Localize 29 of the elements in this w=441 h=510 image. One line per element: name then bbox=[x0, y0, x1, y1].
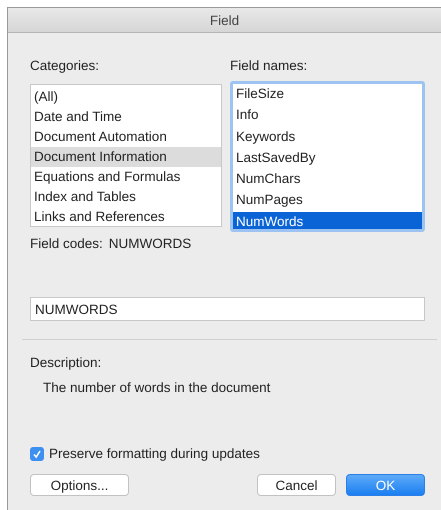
checkmark-icon bbox=[32, 448, 42, 458]
field-code-input[interactable]: NUMWORDS bbox=[30, 297, 425, 321]
category-item[interactable]: Document Automation bbox=[31, 127, 221, 147]
window-title: Field bbox=[210, 12, 240, 28]
cancel-button[interactable]: Cancel bbox=[257, 474, 336, 496]
description-label: Description: bbox=[30, 355, 102, 370]
checkbox[interactable] bbox=[30, 446, 44, 460]
category-item[interactable]: Index and Tables bbox=[31, 187, 221, 207]
field-codes-value: NUMWORDS bbox=[108, 236, 192, 251]
category-item[interactable]: Document Information bbox=[31, 147, 221, 167]
field-names-label: Field names: bbox=[230, 58, 308, 73]
field-name-item[interactable]: NumChars bbox=[233, 169, 422, 190]
field-name-item[interactable]: NumWords bbox=[233, 212, 422, 229]
field-name-item[interactable]: FileSize bbox=[233, 84, 422, 106]
category-item[interactable]: (All) bbox=[31, 87, 221, 107]
category-item[interactable]: Date and Time bbox=[31, 107, 221, 127]
category-item[interactable]: Equations and Formulas bbox=[31, 167, 221, 187]
categories-label: Categories: bbox=[30, 58, 100, 73]
field-name-item[interactable]: NumPages bbox=[233, 190, 422, 212]
category-item[interactable]: Links and References bbox=[31, 207, 221, 226]
field-name-item[interactable]: Keywords bbox=[233, 126, 422, 148]
field-names-list[interactable]: FileSize Info Keywords LastSavedBy NumChars NumPages NumWords bbox=[230, 81, 425, 232]
categories-list[interactable]: (All) Date and Time Document Automation Document Information Equations and Formulas Index and Tables Links and References bbox=[30, 84, 222, 227]
field-name-item[interactable]: Info bbox=[233, 105, 422, 127]
field-codes-label: Field codes: bbox=[30, 236, 103, 251]
description-text: The number of words in the document bbox=[43, 380, 272, 395]
checkbox-label: Preserve formatting during updates bbox=[49, 446, 260, 461]
field-name-item[interactable]: LastSavedBy bbox=[233, 148, 422, 170]
options-button[interactable]: Options... bbox=[30, 474, 129, 496]
